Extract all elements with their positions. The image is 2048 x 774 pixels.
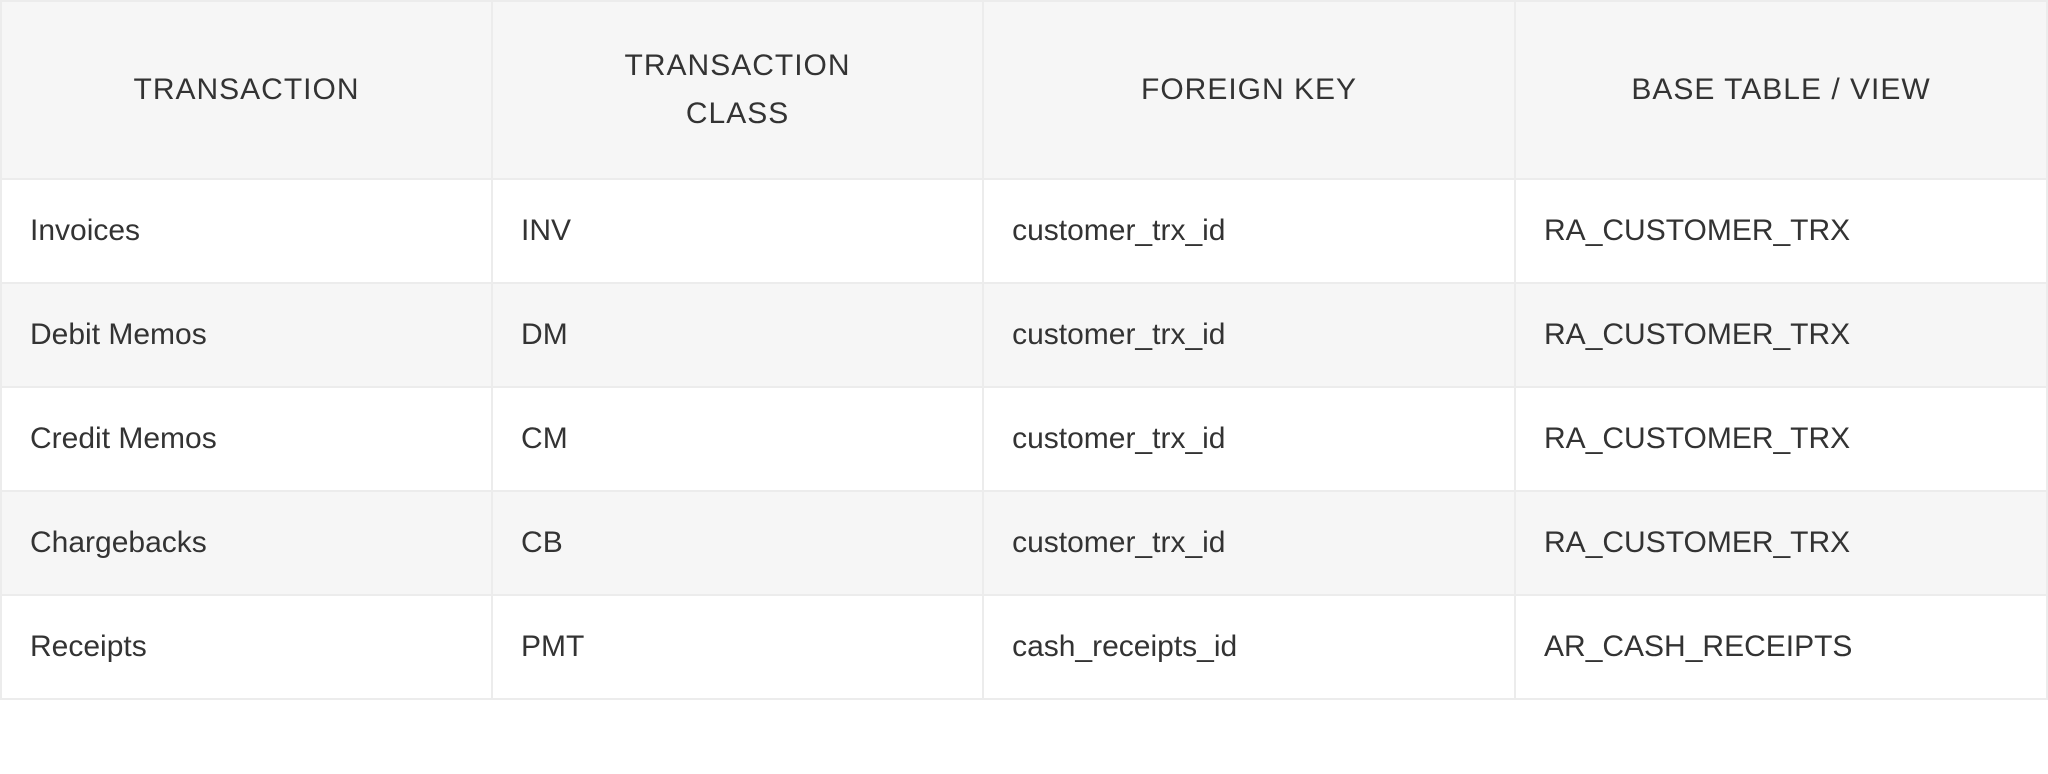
- cell-foreign-key: customer_trx_id: [983, 283, 1515, 387]
- cell-foreign-key: customer_trx_id: [983, 387, 1515, 491]
- cell-class: INV: [492, 179, 983, 283]
- cell-base-table: AR_CASH_RECEIPTS: [1515, 595, 2047, 699]
- table-row: Credit Memos CM customer_trx_id RA_CUSTO…: [1, 387, 2047, 491]
- cell-base-table: RA_CUSTOMER_TRX: [1515, 387, 2047, 491]
- cell-class: PMT: [492, 595, 983, 699]
- cell-transaction: Invoices: [1, 179, 492, 283]
- table-row: Receipts PMT cash_receipts_id AR_CASH_RE…: [1, 595, 2047, 699]
- table-header-row: TRANSACTION TRANSACTION CLASS FOREIGN KE…: [1, 1, 2047, 179]
- cell-base-table: RA_CUSTOMER_TRX: [1515, 283, 2047, 387]
- cell-class: DM: [492, 283, 983, 387]
- transaction-table: TRANSACTION TRANSACTION CLASS FOREIGN KE…: [0, 0, 2048, 700]
- header-base-table: BASE TABLE / VIEW: [1515, 1, 2047, 179]
- header-foreign-key: FOREIGN KEY: [983, 1, 1515, 179]
- cell-transaction: Debit Memos: [1, 283, 492, 387]
- cell-transaction: Credit Memos: [1, 387, 492, 491]
- header-class-line2: CLASS: [513, 90, 962, 138]
- cell-foreign-key: cash_receipts_id: [983, 595, 1515, 699]
- table-row: Chargebacks CB customer_trx_id RA_CUSTOM…: [1, 491, 2047, 595]
- header-class-line1: TRANSACTION: [513, 42, 962, 90]
- table-row: Invoices INV customer_trx_id RA_CUSTOMER…: [1, 179, 2047, 283]
- table-row: Debit Memos DM customer_trx_id RA_CUSTOM…: [1, 283, 2047, 387]
- header-transaction: TRANSACTION: [1, 1, 492, 179]
- cell-foreign-key: customer_trx_id: [983, 491, 1515, 595]
- cell-class: CM: [492, 387, 983, 491]
- cell-foreign-key: customer_trx_id: [983, 179, 1515, 283]
- cell-base-table: RA_CUSTOMER_TRX: [1515, 179, 2047, 283]
- cell-class: CB: [492, 491, 983, 595]
- cell-transaction: Receipts: [1, 595, 492, 699]
- cell-transaction: Chargebacks: [1, 491, 492, 595]
- header-transaction-class: TRANSACTION CLASS: [492, 1, 983, 179]
- cell-base-table: RA_CUSTOMER_TRX: [1515, 491, 2047, 595]
